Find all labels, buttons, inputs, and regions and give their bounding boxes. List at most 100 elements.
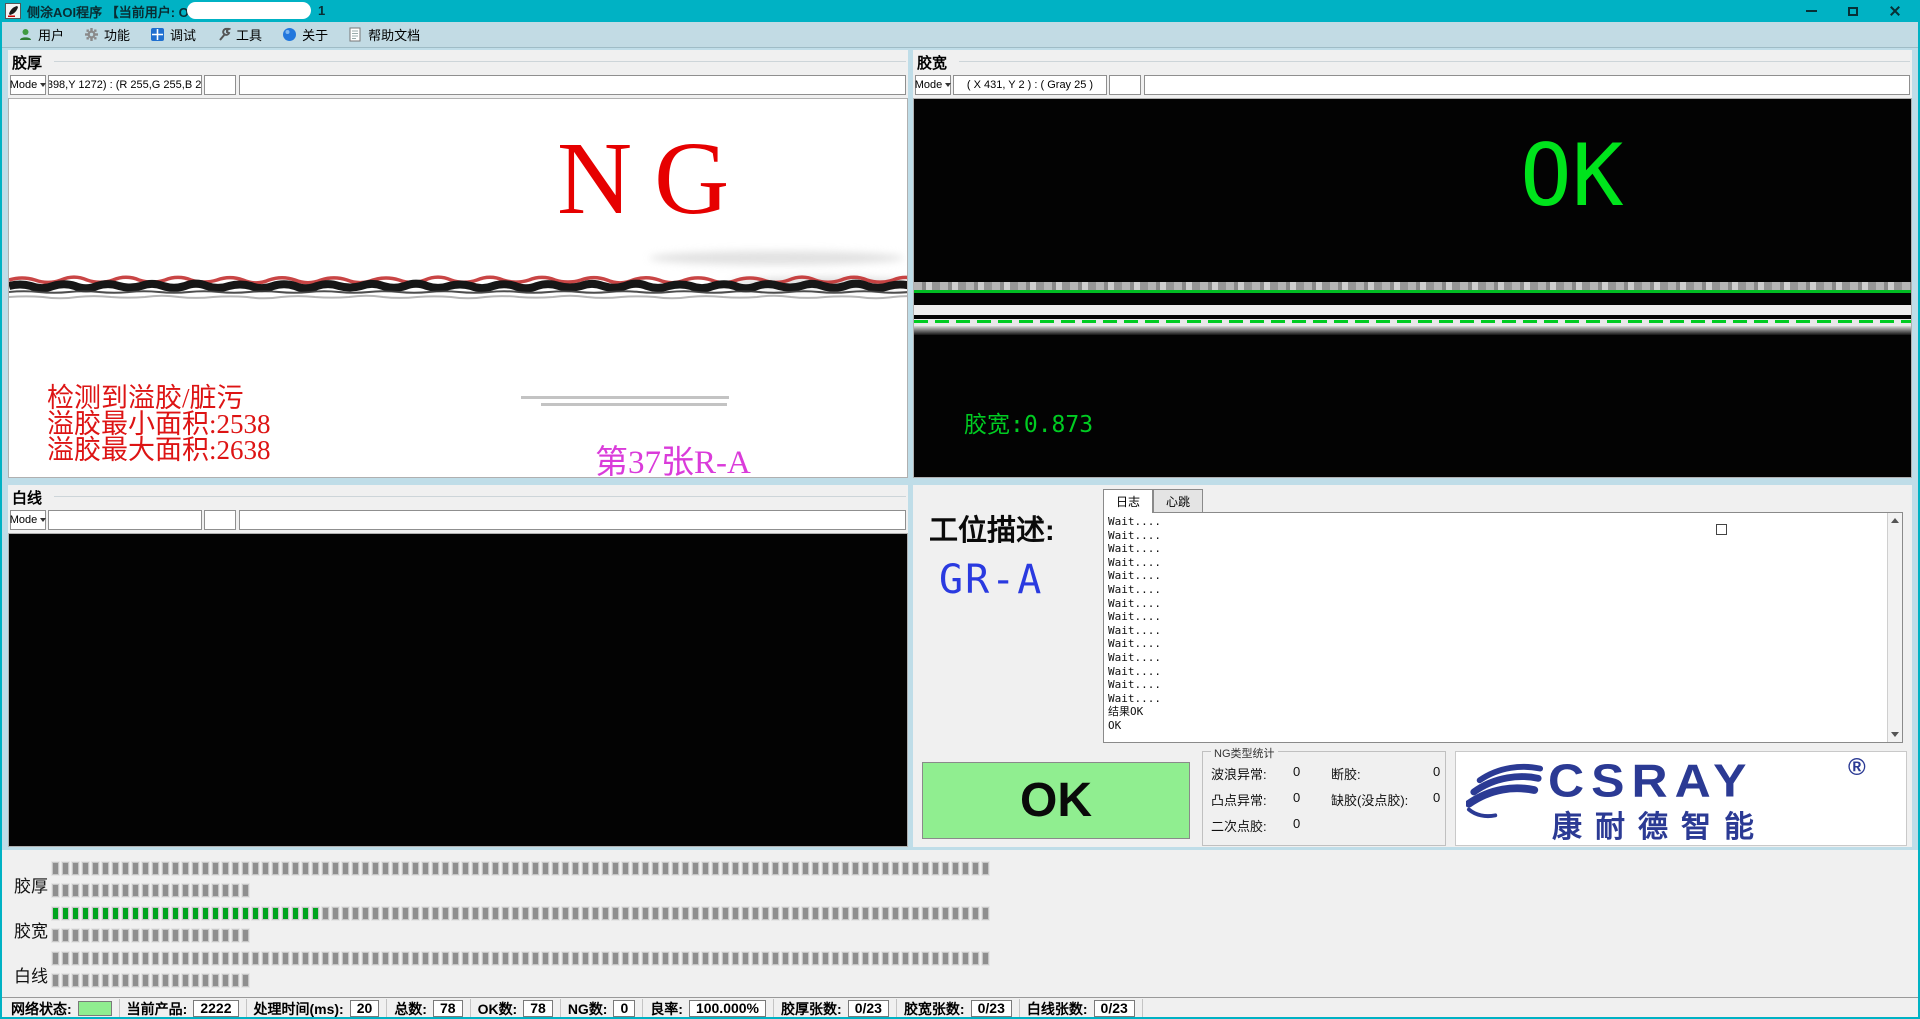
- menu-item-工具[interactable]: 工具: [206, 23, 272, 47]
- panel-title: 白线: [12, 487, 42, 508]
- log-scrollbar[interactable]: [1887, 513, 1902, 742]
- chevron-down-icon: [40, 83, 46, 87]
- indicator-cell: [962, 907, 969, 920]
- indicator-cell: [192, 974, 199, 987]
- indicator-cell: [262, 862, 269, 875]
- mode-dropdown[interactable]: Mode: [915, 75, 951, 95]
- maximize-button[interactable]: [1832, 0, 1874, 22]
- menu-item-label: 用户: [38, 25, 64, 44]
- scroll-up-button[interactable]: [1888, 513, 1902, 528]
- indicator-cell: [52, 907, 59, 920]
- registered-trademark-icon: ®: [1848, 754, 1866, 782]
- mode-dropdown[interactable]: Mode: [10, 75, 46, 95]
- indicator-cell: [682, 907, 689, 920]
- indicator-cell: [192, 884, 199, 897]
- indicator-cell: [972, 952, 979, 965]
- tab-日志[interactable]: 日志: [1103, 489, 1153, 513]
- glue-width-image[interactable]: OK 胶宽:0.873: [913, 98, 1912, 478]
- indicator-cell: [702, 952, 709, 965]
- log-line: Wait....: [1108, 637, 1884, 651]
- log-line: Wait....: [1108, 597, 1884, 611]
- overall-result-button[interactable]: OK: [922, 762, 1190, 839]
- indicator-cell: [152, 884, 159, 897]
- indicator-cell: [642, 862, 649, 875]
- help-doc-icon: [348, 27, 363, 42]
- menu-item-调试[interactable]: 调试: [140, 23, 206, 47]
- indicator-cell: [152, 907, 159, 920]
- indicator-cell: [212, 884, 219, 897]
- indicator-cell: [232, 952, 239, 965]
- indicator-row: [52, 974, 252, 987]
- indicator-cell: [882, 862, 889, 875]
- indicator-cell: [162, 907, 169, 920]
- indicator-cell: [652, 952, 659, 965]
- frame-number-overlay: 第37张R-A: [595, 435, 751, 478]
- indicator-cell: [102, 952, 109, 965]
- indicator-cell: [202, 974, 209, 987]
- menu-item-功能[interactable]: 功能: [74, 23, 140, 47]
- indicator-cell: [112, 907, 119, 920]
- indicator-cell: [112, 862, 119, 875]
- scroll-down-button[interactable]: [1888, 727, 1902, 742]
- indicator-cell: [312, 952, 319, 965]
- menu-item-关于[interactable]: 关于: [272, 23, 338, 47]
- indicator-cell: [152, 862, 159, 875]
- indicator-cell: [602, 907, 609, 920]
- indicator-cell: [792, 952, 799, 965]
- white-line-image[interactable]: [8, 533, 908, 847]
- log-lines: Wait....Wait....Wait....Wait....Wait....…: [1108, 515, 1884, 733]
- ng-stat-label: 断胶:: [1331, 764, 1433, 783]
- indicator-cell: [732, 907, 739, 920]
- indicator-cell: [292, 907, 299, 920]
- wavy-glue-line: [9, 267, 907, 313]
- indicator-cell: [732, 862, 739, 875]
- indicator-cell: [72, 952, 79, 965]
- indicator-cell: [92, 952, 99, 965]
- indicator-cell: [312, 862, 319, 875]
- indicator-cell: [952, 862, 959, 875]
- status-item: 总数: 78: [387, 999, 470, 1019]
- toolbar-box-small: [1109, 75, 1141, 95]
- indicator-cell: [182, 952, 189, 965]
- minimize-button[interactable]: [1790, 0, 1832, 22]
- indicator-cell: [532, 862, 539, 875]
- indicator-cell: [122, 974, 129, 987]
- ng-stat-value: 0: [1433, 790, 1443, 809]
- indicator-cell: [742, 952, 749, 965]
- indicator-cell: [232, 974, 239, 987]
- log-checkbox[interactable]: [1716, 524, 1727, 535]
- indicator-cell: [462, 952, 469, 965]
- indicator-cell: [712, 862, 719, 875]
- indicator-cell: [512, 862, 519, 875]
- indicator-cell: [392, 952, 399, 965]
- mode-dropdown[interactable]: Mode: [10, 510, 46, 530]
- indicator-cell: [272, 907, 279, 920]
- status-value: 78: [433, 1000, 463, 1017]
- indicator-cell: [862, 862, 869, 875]
- maximize-icon: [1848, 7, 1858, 16]
- indicator-cell: [712, 952, 719, 965]
- status-label: 总数:: [394, 999, 427, 1019]
- indicator-cell: [512, 952, 519, 965]
- toolbar-box-long: [1144, 75, 1910, 95]
- tab-心跳[interactable]: 心跳: [1153, 489, 1203, 512]
- indicator-cell: [132, 974, 139, 987]
- menu-item-帮助文档[interactable]: 帮助文档: [338, 23, 430, 47]
- image-slot-indicators: 胶厚胶宽白线: [0, 850, 1920, 997]
- log-listbox[interactable]: Wait....Wait....Wait....Wait....Wait....…: [1103, 512, 1903, 743]
- user-icon: [18, 27, 33, 42]
- close-button[interactable]: [1874, 0, 1916, 22]
- ng-stat-value: 0: [1293, 816, 1331, 835]
- menu-item-label: 功能: [104, 25, 130, 44]
- indicator-cell: [922, 862, 929, 875]
- indicator-cell: [722, 862, 729, 875]
- menu-item-用户[interactable]: 用户: [8, 23, 74, 47]
- indicator-cell: [522, 907, 529, 920]
- indicator-cell: [292, 862, 299, 875]
- indicator-cell: [192, 862, 199, 875]
- glue-thickness-image[interactable]: NG 检测到溢胶/脏污溢胶最小面积:2538溢胶最大面积:2638 第37张R-…: [8, 98, 908, 478]
- indicator-cell: [762, 952, 769, 965]
- status-label: 胶厚张数:: [781, 999, 842, 1019]
- indicator-cell: [762, 862, 769, 875]
- indicator-cell: [322, 952, 329, 965]
